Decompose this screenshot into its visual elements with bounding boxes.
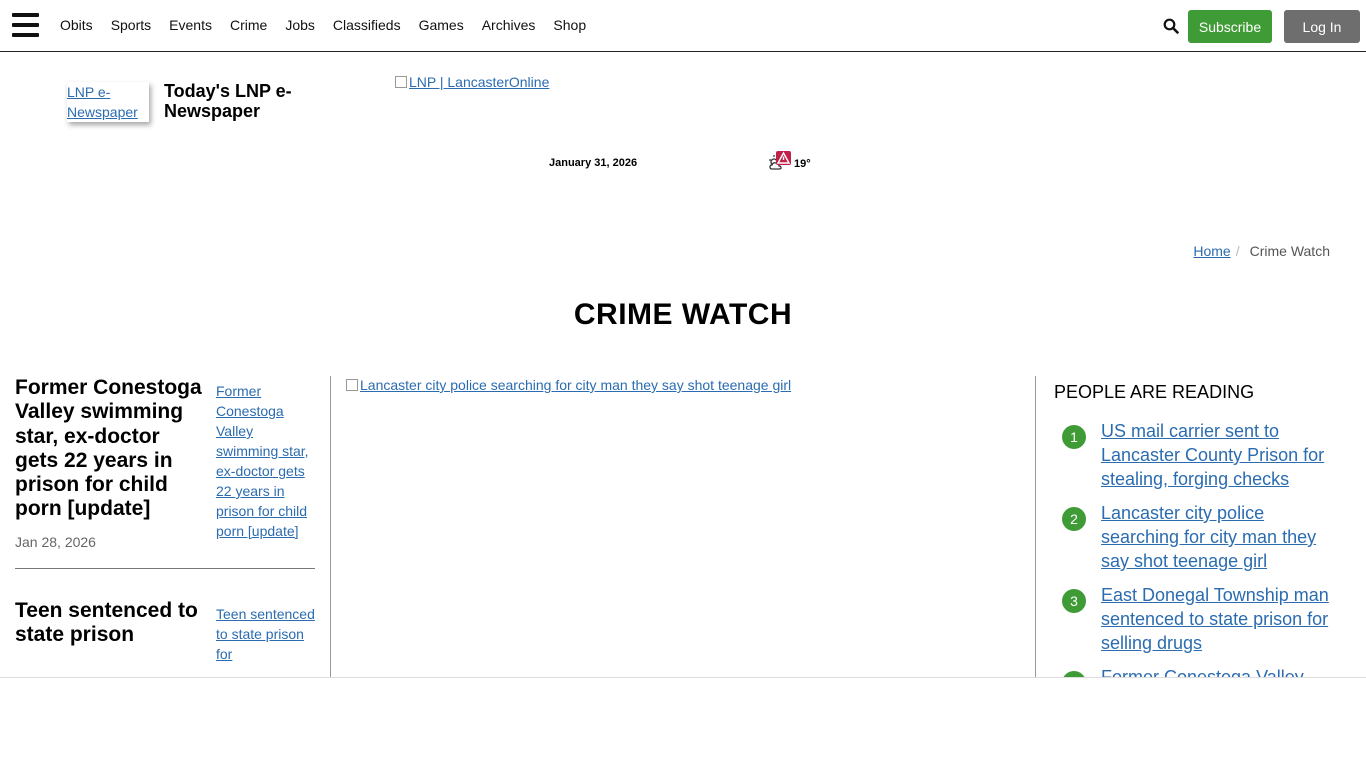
popular-story-link[interactable]: Lancaster city police searching for city…: [1101, 501, 1341, 573]
list-item: 4 Former Conestoga Valley: [1054, 665, 1344, 677]
nav-link-sports[interactable]: Sports: [111, 17, 151, 33]
story-card: Teen sentenced to state prison Teen sent…: [15, 599, 315, 664]
column-divider: [1035, 376, 1036, 677]
enewspaper-thumbnail[interactable]: LNP e-Newspaper: [67, 82, 149, 122]
story-thumbnail[interactable]: Former Conestoga Valley swimming star, e…: [216, 381, 315, 550]
current-date: January 31, 2026: [549, 157, 638, 169]
broken-image-icon: [346, 379, 358, 391]
nav-link-crime[interactable]: Crime: [230, 17, 267, 33]
story-headline[interactable]: Teen sentenced to state prison: [15, 599, 205, 648]
breadcrumb: Home / Crime Watch: [1193, 243, 1330, 259]
story-date: Jan 28, 2026: [15, 533, 96, 550]
popular-story-link[interactable]: Former Conestoga Valley: [1101, 665, 1341, 677]
page-title: CRIME WATCH: [573, 298, 793, 331]
section-nav: Obits Sports Events Crime Jobs Classifie…: [60, 17, 604, 33]
breadcrumb-current: Crime Watch: [1249, 243, 1330, 259]
rank-badge: 3: [1062, 589, 1086, 613]
rank-badge: 2: [1062, 507, 1086, 531]
viewport-fold-divider: [0, 677, 1366, 678]
search-icon[interactable]: [1163, 18, 1179, 34]
nav-link-obits[interactable]: Obits: [60, 17, 93, 33]
weather-widget[interactable]: 19°: [768, 151, 811, 172]
people-reading-heading: PEOPLE ARE READING: [1054, 382, 1255, 402]
left-story-column: Former Conestoga Valley swimming star, e…: [15, 376, 315, 677]
subscribe-button[interactable]: Subscribe: [1188, 10, 1272, 43]
story-thumbnail-alt: Former Conestoga Valley swimming star, e…: [216, 383, 309, 539]
story-thumbnail[interactable]: Teen sentenced to state prison for: [216, 604, 315, 664]
broken-image-icon: [395, 76, 407, 88]
nav-link-games[interactable]: Games: [419, 17, 464, 33]
list-item: 1 US mail carrier sent to Lancaster Coun…: [1054, 419, 1344, 491]
nav-link-classifieds[interactable]: Classifieds: [333, 17, 401, 33]
weather-alert-icon[interactable]: [776, 151, 791, 165]
list-item: 2 Lancaster city police searching for ci…: [1054, 501, 1344, 573]
site-logo-alt: LNP | LancasterOnline: [409, 74, 550, 90]
site-logo[interactable]: LNP | LancasterOnline: [395, 74, 549, 90]
breadcrumb-home[interactable]: Home: [1193, 243, 1230, 259]
nav-link-events[interactable]: Events: [169, 17, 212, 33]
temperature: 19°: [794, 157, 811, 170]
story-thumbnail-alt: Teen sentenced to state prison for: [216, 605, 315, 662]
lead-story-image[interactable]: Lancaster city police searching for city…: [346, 377, 791, 393]
menu-icon[interactable]: [12, 13, 39, 37]
column-divider: [330, 376, 331, 677]
popular-story-link[interactable]: US mail carrier sent to Lancaster County…: [1101, 419, 1341, 491]
enewspaper-title[interactable]: Today's LNP e-Newspaper: [164, 81, 314, 121]
top-navigation: Obits Sports Events Crime Jobs Classifie…: [0, 0, 1366, 52]
lead-story-image-alt: Lancaster city police searching for city…: [360, 377, 792, 393]
divider: [15, 567, 315, 569]
people-are-reading: PEOPLE ARE READING 1 US mail carrier sen…: [1054, 382, 1344, 677]
nav-link-shop[interactable]: Shop: [553, 17, 586, 33]
weather-icon: [768, 151, 792, 172]
breadcrumb-separator: /: [1235, 243, 1240, 259]
story-card: Former Conestoga Valley swimming star, e…: [15, 376, 315, 550]
login-button[interactable]: Log In: [1284, 10, 1360, 43]
rank-badge: 1: [1062, 425, 1086, 449]
popular-story-link[interactable]: East Donegal Township man sentenced to s…: [1101, 583, 1341, 655]
story-headline[interactable]: Former Conestoga Valley swimming star, e…: [15, 376, 205, 522]
nav-link-archives[interactable]: Archives: [482, 17, 536, 33]
list-item: 3 East Donegal Township man sentenced to…: [1054, 583, 1344, 655]
nav-link-jobs[interactable]: Jobs: [285, 17, 315, 33]
